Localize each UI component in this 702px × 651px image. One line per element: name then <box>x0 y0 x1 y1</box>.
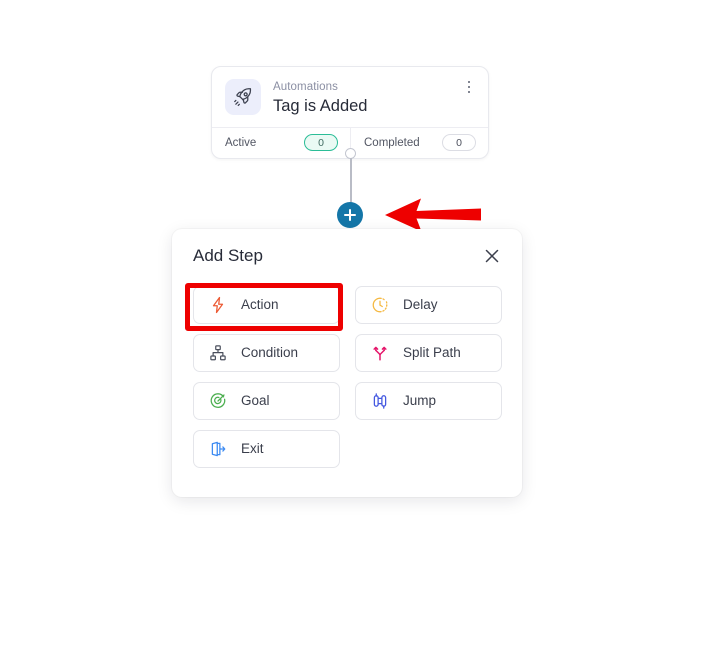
target-goal-icon <box>208 391 228 411</box>
stat-active-count: 0 <box>304 134 338 151</box>
step-option-split-path[interactable]: Split Path <box>355 334 502 372</box>
stat-completed-label: Completed <box>364 136 420 149</box>
kebab-dot <box>467 85 471 89</box>
split-path-icon <box>370 343 390 363</box>
add-step-panel: Add Step Action Delay Condition Split Pa… <box>172 229 522 497</box>
lightning-bolt-icon <box>208 295 228 315</box>
step-option-delay[interactable]: Delay <box>355 286 502 324</box>
add-step-plus-button[interactable] <box>337 202 363 228</box>
step-option-label: Action <box>241 297 279 312</box>
step-options-grid: Action Delay Condition Split Path Goal J… <box>172 267 522 468</box>
step-option-exit[interactable]: Exit <box>193 430 340 468</box>
step-option-label: Delay <box>403 297 438 312</box>
panel-title: Add Step <box>193 246 263 265</box>
kebab-dot <box>467 90 471 94</box>
step-option-goal[interactable]: Goal <box>193 382 340 420</box>
step-option-jump[interactable]: Jump <box>355 382 502 420</box>
rocket-icon <box>225 79 261 115</box>
add-step-header: Add Step <box>172 229 522 267</box>
trigger-card[interactable]: Automations Tag is Added Active 0 Comple… <box>211 66 489 159</box>
trigger-category: Automations <box>273 81 339 93</box>
clock-dashed-icon <box>370 295 390 315</box>
exit-door-icon <box>208 439 228 459</box>
trigger-title: Tag is Added <box>273 97 368 115</box>
stat-active-label: Active <box>225 136 257 149</box>
hierarchy-icon <box>208 343 228 363</box>
kebab-dot <box>467 80 471 84</box>
step-option-label: Split Path <box>403 345 461 360</box>
stat-active[interactable]: Active 0 <box>212 128 350 158</box>
stat-completed[interactable]: Completed 0 <box>350 128 488 158</box>
step-option-label: Goal <box>241 393 270 408</box>
step-option-label: Exit <box>241 441 264 456</box>
jump-icon <box>370 391 390 411</box>
kebab-menu-icon[interactable] <box>461 79 477 95</box>
stat-completed-count: 0 <box>442 134 476 151</box>
step-option-label: Jump <box>403 393 437 408</box>
step-option-condition[interactable]: Condition <box>193 334 340 372</box>
close-icon[interactable] <box>482 246 502 266</box>
trigger-card-text: Automations Tag is Added <box>273 79 476 117</box>
step-option-label: Condition <box>241 345 299 360</box>
trigger-card-header: Automations Tag is Added <box>212 67 488 127</box>
step-option-action[interactable]: Action <box>193 286 340 324</box>
